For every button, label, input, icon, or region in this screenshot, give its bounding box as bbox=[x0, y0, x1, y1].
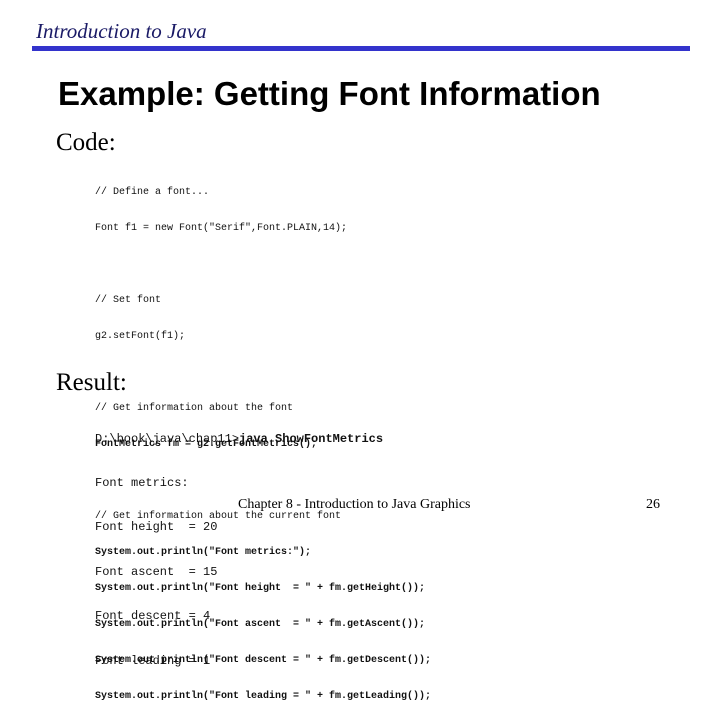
code-line: Font f1 = new Font("Serif",Font.PLAIN,14… bbox=[95, 223, 348, 234]
code-line: g2.setFont(f1); bbox=[95, 331, 186, 342]
console-prompt: D:\book\java\chap11> bbox=[95, 431, 240, 446]
console-line: Font descent = 4 bbox=[95, 609, 211, 624]
code-line: // Define a font... bbox=[95, 187, 210, 198]
console-line: Font leading = 1 bbox=[95, 653, 211, 668]
code-line: System.out.println("Font leading = " + f… bbox=[95, 691, 432, 702]
console-command: java ShowFontMetrics bbox=[239, 431, 384, 446]
console-line: Font height = 20 bbox=[95, 520, 218, 535]
console-line: Font ascent = 15 bbox=[95, 564, 218, 579]
code-line: // Set font bbox=[95, 295, 162, 306]
footer-text: Chapter 8 - Introduction to Java Graphic… bbox=[238, 497, 471, 512]
result-label: Result: bbox=[56, 369, 127, 396]
code-label: Code: bbox=[56, 129, 116, 156]
header-title: Introduction to Java bbox=[36, 19, 207, 43]
page-number: 26 bbox=[646, 497, 660, 512]
slide-title: Example: Getting Font Information bbox=[58, 75, 601, 112]
console-output: D:\book\java\chap11>java ShowFontMetrics… bbox=[95, 402, 383, 683]
console-line: Font metrics: bbox=[95, 475, 189, 490]
console-command-line: D:\book\java\chap11>java ShowFontMetrics bbox=[95, 432, 383, 447]
header-divider bbox=[32, 46, 690, 51]
